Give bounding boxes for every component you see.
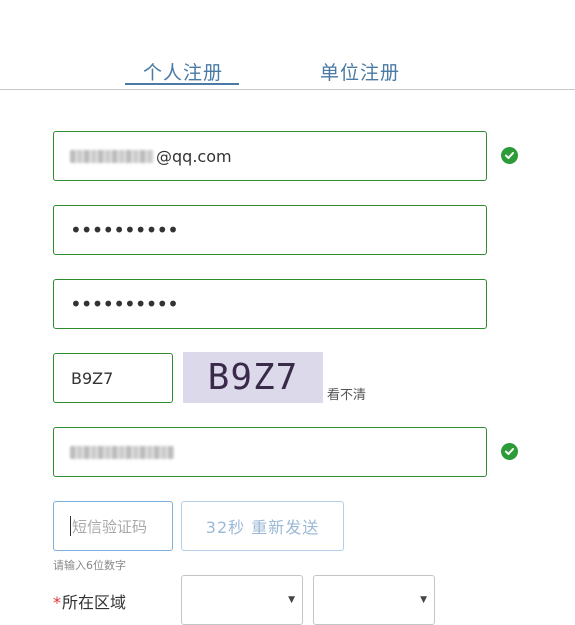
sms-code-hint: 请输入6位数字 [53, 559, 126, 572]
region-label-text: 所在区域 [62, 593, 127, 612]
sms-code-placeholder: 短信验证码 [72, 517, 148, 536]
email-field[interactable]: @qq.com [53, 131, 487, 181]
captcha-image-text: B9Z7 [207, 357, 299, 398]
active-tab-indicator [125, 83, 239, 85]
captcha-refresh-link[interactable]: 看不清 [327, 384, 366, 403]
registration-tabs: 个人注册 单位注册 [0, 0, 575, 90]
confirm-password-mask: •••••••••• [70, 292, 179, 316]
region-select-city[interactable]: ▼ [313, 575, 435, 625]
tabs-divider [0, 89, 575, 90]
chevron-down-icon: ▼ [420, 595, 427, 605]
captcha-input-value: B9Z7 [71, 368, 114, 388]
tab-personal-registration[interactable]: 个人注册 [143, 58, 223, 85]
required-mark: * [53, 593, 61, 612]
chevron-down-icon: ▼ [288, 595, 295, 605]
confirm-password-field[interactable]: •••••••••• [53, 279, 487, 329]
text-caret [70, 516, 71, 536]
email-redacted-text [70, 149, 154, 163]
region-label: *所在区域 [53, 589, 126, 613]
resend-sms-button[interactable]: 32秒 重新发送 [181, 501, 344, 551]
phone-redacted-text [70, 445, 174, 459]
phone-field[interactable] [53, 427, 487, 477]
email-domain-text: @qq.com [156, 146, 232, 166]
email-valid-check-icon [501, 147, 518, 164]
captcha-input[interactable]: B9Z7 [53, 353, 173, 403]
sms-code-input[interactable]: 短信验证码 [53, 501, 173, 551]
region-select-province[interactable]: ▼ [181, 575, 303, 625]
password-field[interactable]: •••••••••• [53, 205, 487, 255]
phone-valid-check-icon [501, 443, 518, 460]
password-mask: •••••••••• [70, 218, 179, 242]
captcha-image[interactable]: B9Z7 [183, 352, 323, 403]
tab-unit-registration[interactable]: 单位注册 [320, 58, 400, 85]
